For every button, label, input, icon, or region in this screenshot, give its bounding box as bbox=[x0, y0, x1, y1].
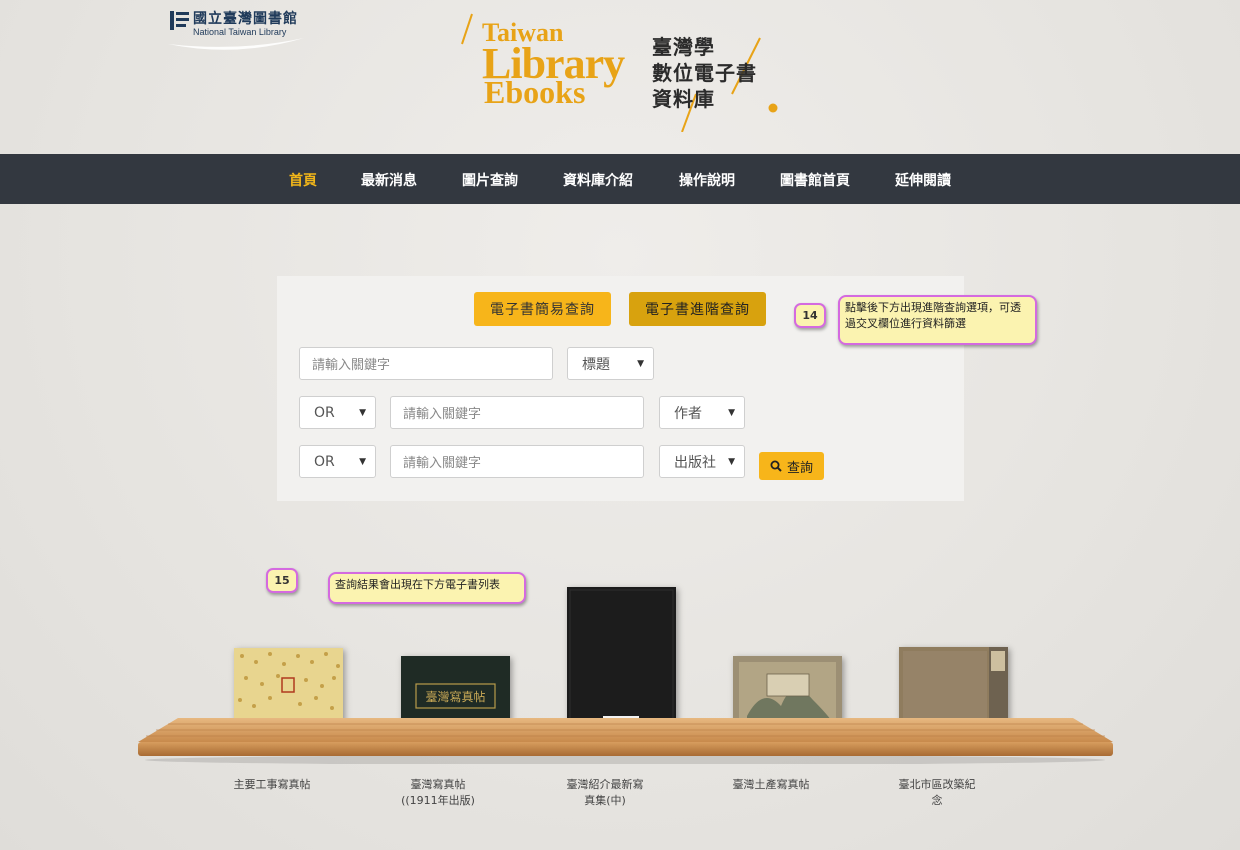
chevron-down-icon: ▼ bbox=[637, 359, 644, 369]
ntl-logo[interactable]: 國立臺灣圖書館 National Taiwan Library bbox=[166, 8, 306, 50]
brand-ebooks: Ebooks bbox=[484, 74, 586, 110]
annotation-note-14: 點擊後下方出現進階查詢選項，可透過交叉欄位進行資料篩選 bbox=[838, 295, 1037, 345]
keyword-input-3[interactable]: 請輸入關鍵字 bbox=[390, 445, 644, 478]
chevron-down-icon: ▼ bbox=[728, 457, 735, 467]
book-1-title[interactable]: 主要工事寫真帖 bbox=[222, 777, 322, 793]
nav-database-intro[interactable]: 資料庫介紹 bbox=[563, 170, 633, 190]
field-select-2-value: 作者 bbox=[674, 405, 702, 422]
field-select-1-value: 標題 bbox=[582, 356, 610, 373]
nav-library-home[interactable]: 圖書館首頁 bbox=[780, 170, 850, 190]
nav-further-reading[interactable]: 延伸閱讀 bbox=[895, 170, 951, 190]
bookshelf bbox=[138, 718, 1113, 764]
annotation-badge-14: 14 bbox=[794, 303, 826, 328]
field-select-1[interactable]: 標題 ▼ bbox=[567, 347, 654, 380]
ntl-emblem-icon bbox=[170, 11, 189, 30]
field-select-3[interactable]: 出版社 ▼ bbox=[659, 445, 745, 478]
keyword-placeholder-3: 請輸入關鍵字 bbox=[403, 456, 482, 471]
book-4-title[interactable]: 臺灣土產寫真帖 bbox=[721, 777, 821, 793]
chevron-down-icon: ▼ bbox=[359, 408, 366, 418]
main-nav: 首頁 最新消息 圖片查詢 資料庫介紹 操作說明 圖書館首頁 延伸閱讀 bbox=[0, 154, 1240, 204]
search-icon bbox=[770, 460, 782, 472]
nav-instructions[interactable]: 操作說明 bbox=[679, 170, 735, 190]
annotation-badge-15: 15 bbox=[266, 568, 298, 593]
operator-select-3[interactable]: OR ▼ bbox=[299, 445, 376, 478]
nav-image-search[interactable]: 圖片查詢 bbox=[462, 170, 518, 190]
nav-news[interactable]: 最新消息 bbox=[361, 170, 417, 190]
keyword-input-1[interactable]: 請輸入關鍵字 bbox=[299, 347, 553, 380]
brand-title-zh: 臺灣學 數位電子書 資料庫 bbox=[652, 34, 757, 112]
nav-home[interactable]: 首頁 bbox=[289, 170, 317, 190]
brand-zh-line1: 臺灣學 bbox=[652, 35, 715, 59]
annotation-note-15: 查詢結果會出現在下方電子書列表 bbox=[328, 572, 526, 604]
book-5-title[interactable]: 臺北市區改築紀 念 bbox=[887, 777, 987, 809]
field-select-3-value: 出版社 bbox=[674, 454, 716, 471]
taiwan-library-ebooks-logo[interactable]: Taiwan Library Ebooks 臺灣學 數位電子書 資料庫 bbox=[460, 12, 790, 132]
operator-select-2-value: OR bbox=[314, 404, 335, 421]
book-2-cover-title: 臺灣寫真帖 bbox=[425, 689, 485, 704]
logo-swoosh-icon bbox=[168, 38, 304, 50]
search-button[interactable]: 查詢 bbox=[759, 452, 824, 480]
book-cover-3[interactable] bbox=[567, 587, 676, 737]
chevron-down-icon: ▼ bbox=[359, 457, 366, 467]
keyword-placeholder-2: 請輸入關鍵字 bbox=[403, 407, 482, 422]
search-button-label: 查詢 bbox=[786, 460, 813, 476]
simple-search-tab[interactable]: 電子書簡易查詢 bbox=[474, 292, 611, 326]
chevron-down-icon: ▼ bbox=[728, 408, 735, 418]
advanced-search-tab[interactable]: 電子書進階查詢 bbox=[629, 292, 766, 326]
brand-zh-line3: 資料庫 bbox=[652, 87, 715, 111]
keyword-input-2[interactable]: 請輸入關鍵字 bbox=[390, 396, 644, 429]
book-3-title[interactable]: 臺灣紹介最新寫 真集(中) bbox=[555, 777, 655, 809]
field-select-2[interactable]: 作者 ▼ bbox=[659, 396, 745, 429]
operator-select-2[interactable]: OR ▼ bbox=[299, 396, 376, 429]
keyword-placeholder-1: 請輸入關鍵字 bbox=[312, 358, 391, 373]
book-2-title[interactable]: 臺灣寫真帖 ((1911年出版) bbox=[388, 777, 488, 809]
ntl-name-zh: 國立臺灣圖書館 bbox=[193, 11, 298, 27]
operator-select-3-value: OR bbox=[314, 453, 335, 470]
brand-zh-line2: 數位電子書 bbox=[652, 61, 757, 85]
